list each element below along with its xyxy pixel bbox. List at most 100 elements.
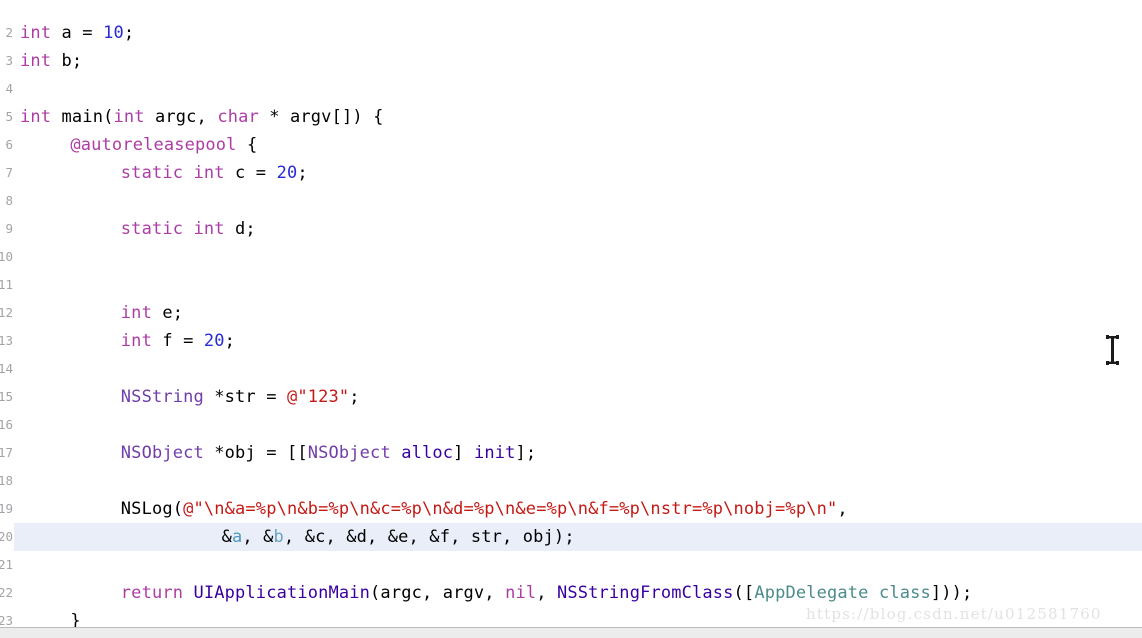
code-token-plain: , [536, 583, 557, 603]
code-token-plain: f = [151, 331, 204, 351]
code-token-plain: argc, [144, 107, 218, 127]
code-line[interactable] [0, 411, 1142, 439]
code-line[interactable] [0, 187, 1142, 215]
gutter-line-number: 15 [0, 389, 13, 404]
gutter-line-number: 7 [5, 165, 13, 180]
code-token-plain: ; [224, 331, 236, 351]
code-token-plain: & [221, 527, 232, 547]
code-line[interactable]: int main(int argc, char * argv[]) { [0, 103, 1142, 131]
code-line[interactable] [0, 551, 1142, 579]
code-line[interactable]: NSLog(@"\n&a=%p\n&b=%p\n&c=%p\n&d=%p\n&e… [0, 495, 1142, 523]
editor-status-bar [0, 627, 1142, 638]
gutter-line-number: 10 [0, 249, 13, 264]
code-token-kw: @autoreleasepool [70, 135, 237, 155]
gutter-line-number: 17 [0, 445, 13, 460]
gutter-line-number: 23 [0, 613, 13, 628]
code-token-plain: * argv[]) { [258, 107, 384, 127]
code-line[interactable]: static int c = 20; [0, 159, 1142, 187]
gutter-line-number: 20 [0, 529, 13, 544]
code-token-plain: ; [349, 387, 360, 407]
code-line-content: NSLog(@"\n&a=%p\n&b=%p\n&c=%p\n&d=%p\n&e… [20, 499, 848, 519]
code-token-call: alloc [401, 443, 454, 463]
code-token-plain: *obj = [[ [203, 443, 308, 463]
code-token-kw: int [20, 51, 52, 71]
code-line[interactable]: int f = 20; [0, 327, 1142, 355]
line-number-gutter: 23456789101112131415161718192021222324 [0, 0, 14, 628]
gutter-line-number: 9 [5, 221, 13, 236]
code-line-content: int b; [20, 51, 82, 71]
code-token-num: 10 [103, 23, 124, 43]
code-line[interactable]: @autoreleasepool { [0, 131, 1142, 159]
gutter-line-number: 2 [5, 25, 13, 40]
code-token-kw: int [120, 331, 152, 351]
code-token-num: 20 [276, 163, 298, 183]
code-token-plain: NSLog( [120, 499, 184, 519]
code-token-num: 20 [203, 331, 225, 351]
code-token-str: @"123" [286, 387, 350, 407]
code-line[interactable]: static int d; [0, 215, 1142, 243]
gutter-line-number: 6 [5, 137, 13, 152]
code-line-content: int a = 10; [20, 23, 134, 43]
gutter-line-number: 12 [0, 305, 13, 320]
gutter-line-number: 19 [0, 501, 13, 516]
code-token-plain: main( [51, 107, 114, 127]
code-token-proj: AppDelegate [754, 583, 869, 603]
code-token-plain: ])); [930, 583, 973, 603]
code-token-plain: ; [297, 163, 308, 183]
code-line-content: return UIApplicationMain(argc, argv, nil… [20, 583, 972, 603]
gutter-line-number: 8 [5, 193, 13, 208]
code-token-kw: int [120, 303, 152, 323]
gutter-separator [13, 0, 14, 628]
code-token-call: UIApplicationMain [193, 583, 371, 603]
code-line[interactable]: int e; [0, 299, 1142, 327]
code-token-type: NSObject [307, 443, 391, 463]
code-line[interactable]: int b; [0, 47, 1142, 75]
code-token-plain: , [837, 499, 848, 519]
code-text-area[interactable]: int a = 10; int b; int main(int argc, char… [0, 0, 1142, 631]
code-token-kw: static int [120, 163, 225, 183]
code-token-kw: int [20, 107, 52, 127]
code-line-content: @autoreleasepool { [20, 135, 257, 155]
code-line[interactable]: &a, &b, &c, &d, &e, &f, str, obj); [0, 523, 1142, 551]
code-line-content: NSObject *obj = [[NSObject alloc] init]; [20, 443, 536, 463]
code-line[interactable] [0, 75, 1142, 103]
gutter-line-number: 22 [0, 585, 13, 600]
code-token-plain: c = [224, 163, 277, 183]
code-token-plain: ]; [515, 443, 537, 463]
code-token-globalb: b [273, 527, 284, 547]
gutter-line-number: 4 [5, 81, 13, 96]
code-token-call: init [473, 443, 516, 463]
code-line[interactable]: return UIApplicationMain(argc, argv, nil… [0, 579, 1142, 607]
code-line[interactable]: int a = 10; [0, 19, 1142, 47]
code-line[interactable]: NSObject *obj = [[NSObject alloc] init]; [0, 439, 1142, 467]
code-token-kw: int [20, 23, 52, 43]
code-token-type: NSString [120, 387, 204, 407]
code-line[interactable] [0, 243, 1142, 271]
code-line[interactable] [0, 467, 1142, 495]
code-token-plain: (argc, argv, [370, 583, 506, 603]
code-token-kw: nil [505, 583, 537, 603]
code-token-plain: a = [51, 23, 104, 43]
code-token-plain: *str = [203, 387, 287, 407]
gutter-line-number: 5 [5, 109, 13, 124]
gutter-line-number: 14 [0, 361, 13, 376]
code-token-proj: class [878, 583, 931, 603]
code-line-content: &a, &b, &c, &d, &e, &f, str, obj); [20, 527, 575, 547]
code-line[interactable] [0, 271, 1142, 299]
gutter-line-number: 3 [5, 53, 13, 68]
code-token-plain: b; [51, 51, 83, 71]
code-token-call: NSStringFromClass [557, 583, 734, 603]
watermark-url: https://blog.csdn.net/u012581760 [806, 605, 1102, 623]
code-line-content: NSString *str = @"123"; [20, 387, 360, 407]
code-token-plain: { [236, 135, 258, 155]
code-token-kw: static int [120, 219, 225, 239]
code-token-plain: , &c, &d, &e, &f, str, obj); [283, 527, 575, 547]
gutter-line-number: 16 [0, 417, 13, 432]
gutter-line-number: 13 [0, 333, 13, 348]
code-token-plain: ([ [733, 583, 755, 603]
code-line[interactable] [0, 355, 1142, 383]
code-line[interactable]: NSString *str = @"123"; [0, 383, 1142, 411]
code-line-content: static int c = 20; [20, 163, 308, 183]
